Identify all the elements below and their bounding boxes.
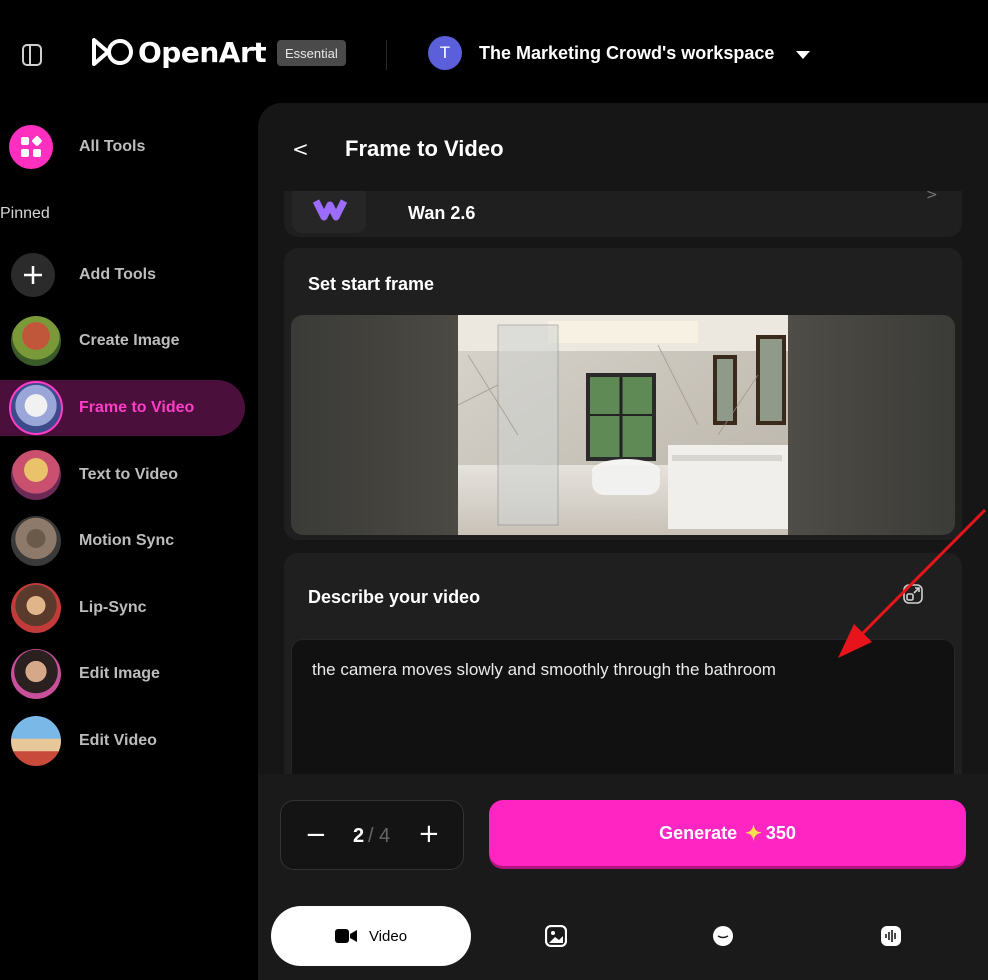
count-stepper: − 2 / 4 + <box>280 800 464 870</box>
page-title: Frame to Video <box>345 136 504 161</box>
audio-wave-icon <box>881 926 901 946</box>
image-icon <box>545 925 567 947</box>
all-tools-icon <box>9 125 53 169</box>
model-name: Wan 2.6 <box>408 203 476 223</box>
sparkle-icon: ✦ <box>745 822 762 845</box>
frame-to-video-thumbnail <box>9 381 63 435</box>
tab-avatar[interactable] <box>708 906 738 966</box>
sidebar-item-edit-video[interactable]: Edit Video <box>0 713 245 769</box>
pinned-section-label: Pinned <box>0 205 50 222</box>
sidebar: All Tools Pinned Add Tools Create Image … <box>0 105 258 980</box>
sidebar-item-label: Lip-Sync <box>79 599 147 616</box>
credit-cost: 350 <box>765 822 796 843</box>
sidebar-item-label: Motion Sync <box>79 532 175 549</box>
decrement-button[interactable]: − <box>305 821 327 849</box>
workspace-name[interactable]: The Marketing Crowd's workspace <box>479 43 774 64</box>
workspace-avatar[interactable]: T <box>428 36 462 70</box>
tab-video-label: Video <box>368 927 408 945</box>
header-divider <box>386 40 387 70</box>
sidebar-item-label: All Tools <box>79 138 146 155</box>
frame-to-video-panel: Wan 2.6 > < Frame to Video Set start fra… <box>258 103 988 980</box>
edit-image-thumbnail <box>11 649 61 699</box>
mode-tab-bar: Video <box>258 899 988 980</box>
count-separator: / <box>368 825 374 847</box>
openart-logo[interactable]: OpenArt <box>88 34 267 70</box>
bathroom-image <box>458 315 788 535</box>
top-bar: OpenArt Essential T The Marketing Crowd'… <box>0 0 988 105</box>
sidebar-item-lip-sync[interactable]: Lip-Sync <box>0 580 245 636</box>
sidebar-item-create-image[interactable]: Create Image <box>0 313 245 369</box>
start-frame-section: Set start frame <box>284 248 962 540</box>
sidebar-item-text-to-video[interactable]: Text to Video <box>0 447 245 503</box>
generate-label: Generate <box>659 822 738 843</box>
tab-video[interactable]: Video <box>271 906 471 966</box>
start-frame-label: Set start frame <box>308 274 435 294</box>
motion-sync-thumbnail <box>11 516 61 566</box>
tab-audio[interactable] <box>876 906 906 966</box>
panel-header: < Frame to Video <box>258 103 988 191</box>
generate-button[interactable]: Generate ✦ 350 <box>489 800 966 866</box>
increment-button[interactable]: + <box>418 820 440 848</box>
start-frame-dropzone[interactable] <box>291 315 955 535</box>
count-max: 4 <box>379 825 391 847</box>
sidebar-item-label: Edit Video <box>79 732 157 749</box>
tab-image[interactable] <box>541 906 571 966</box>
edit-video-thumbnail <box>11 716 61 766</box>
sidebar-item-frame-to-video[interactable]: Frame to Video <box>0 380 245 436</box>
sidebar-item-all-tools[interactable]: All Tools <box>0 119 245 175</box>
back-button[interactable]: < <box>292 137 309 161</box>
sidebar-item-edit-image[interactable]: Edit Image <box>0 646 245 702</box>
video-camera-icon <box>334 929 357 943</box>
plan-badge: Essential <box>277 40 346 66</box>
sidebar-item-label: Frame to Video <box>79 399 195 416</box>
sidebar-item-motion-sync[interactable]: Motion Sync <box>0 513 245 569</box>
create-image-thumbnail <box>11 316 61 366</box>
openart-logo-icon <box>92 38 133 66</box>
describe-video-label: Describe your video <box>308 587 481 607</box>
plus-icon <box>11 253 55 297</box>
expand-icon[interactable] <box>902 583 924 605</box>
sidebar-toggle-icon[interactable] <box>22 44 42 66</box>
logo-text: OpenArt <box>138 35 267 69</box>
sidebar-item-label: Text to Video <box>79 466 178 483</box>
face-icon <box>713 926 733 946</box>
caret-down-icon[interactable] <box>796 51 810 59</box>
lip-sync-thumbnail <box>11 583 61 633</box>
sidebar-item-label: Edit Image <box>79 665 160 682</box>
sidebar-item-label: Create Image <box>79 332 180 349</box>
text-to-video-thumbnail <box>11 450 61 500</box>
count-value: 2 <box>353 825 365 847</box>
sidebar-item-label: Add Tools <box>79 266 157 283</box>
sidebar-item-add-tools[interactable]: Add Tools <box>0 247 245 303</box>
